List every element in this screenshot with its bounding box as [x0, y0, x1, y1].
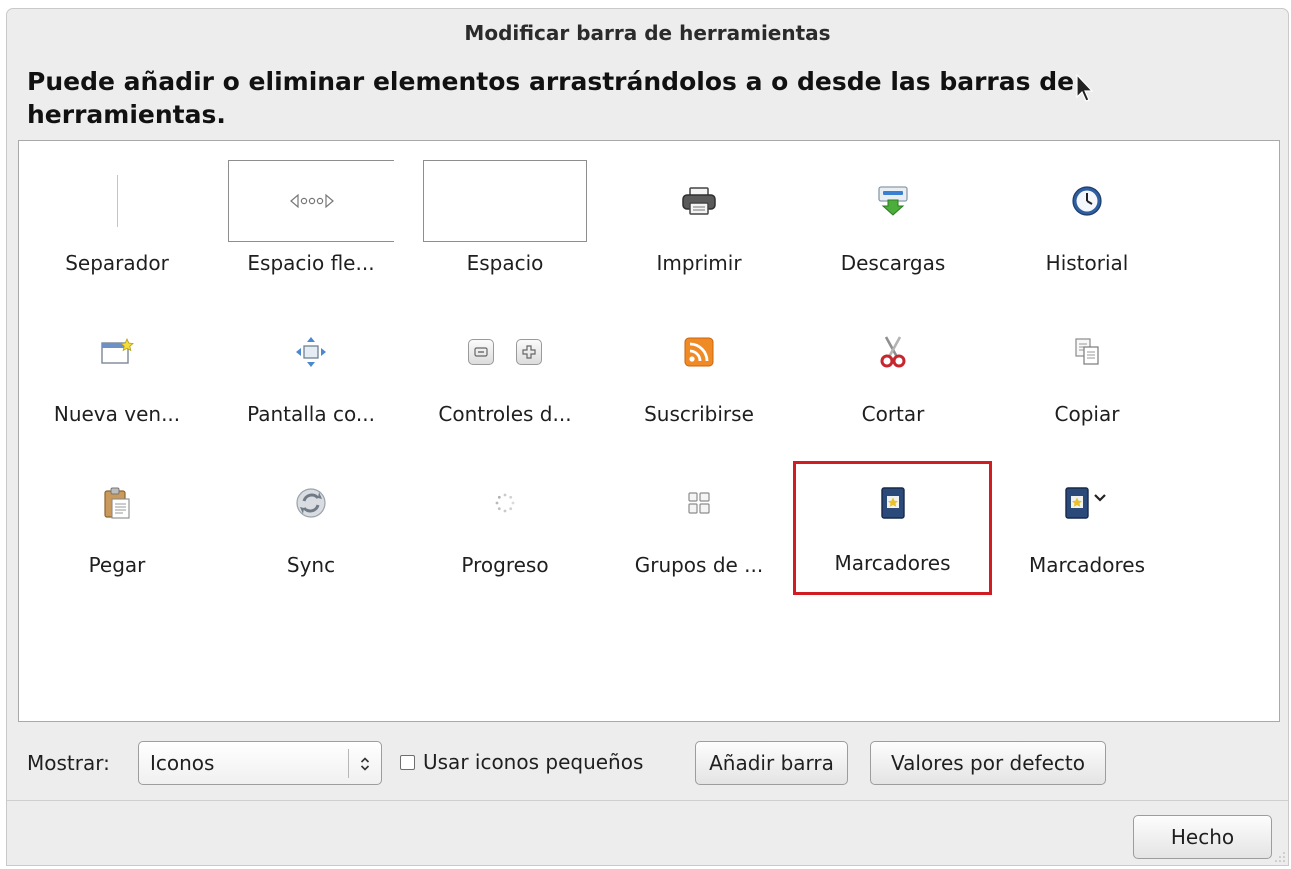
downloads-icon — [798, 151, 988, 251]
bookmarks-menu-icon — [992, 453, 1182, 553]
space-icon — [423, 160, 587, 242]
flexible-space-icon — [228, 160, 394, 242]
print-icon — [604, 151, 794, 251]
palette-item-label: Cortar — [861, 402, 925, 426]
resize-grip-icon[interactable] — [1274, 851, 1286, 863]
sync-icon — [216, 453, 406, 553]
show-mode-select[interactable]: Iconos — [138, 741, 382, 785]
palette-item-label: Suscribirse — [644, 402, 754, 426]
palette-item-separator[interactable]: Separador — [22, 151, 212, 281]
palette-item-label: Separador — [65, 251, 169, 275]
palette-item-label: Nueva ven... — [53, 402, 181, 426]
dialog-title: Modificar barra de herramientas — [464, 21, 831, 45]
show-label: Mostrar: — [27, 751, 110, 775]
bookmarks-icon — [796, 461, 989, 545]
zoom-in-icon — [516, 339, 542, 365]
fullscreen-icon — [216, 302, 406, 402]
palette-item-label: Pantalla co... — [247, 402, 375, 426]
palette-item-downloads[interactable]: Descargas — [798, 151, 988, 281]
progress-spinner-icon — [410, 453, 600, 553]
palette-item-bookmarks[interactable]: Marcadores — [793, 461, 992, 595]
palette-item-zoom-controls[interactable]: Controles d... — [410, 302, 600, 432]
palette-item-print[interactable]: Imprimir — [604, 151, 794, 281]
instructions-text: Puede añadir o eliminar elementos arrast… — [27, 67, 1075, 129]
show-mode-value: Iconos — [150, 751, 215, 775]
scissors-icon — [798, 302, 988, 402]
palette-item-label: Sync — [286, 553, 336, 577]
palette-item-label: Progreso — [461, 553, 549, 577]
palette-item-sync[interactable]: Sync — [216, 453, 406, 583]
tab-groups-icon — [604, 453, 794, 553]
palette-item-label: Grupos de ... — [634, 553, 764, 577]
palette-item-tab-groups[interactable]: Grupos de ... — [604, 453, 794, 583]
small-icons-option[interactable]: Usar iconos pequeños — [400, 750, 643, 774]
palette-item-label: Controles d... — [438, 402, 572, 426]
customize-toolbar-dialog: Modificar barra de herramientas Puede añ… — [6, 8, 1289, 866]
history-clock-icon — [992, 151, 1182, 251]
done-button[interactable]: Hecho — [1133, 815, 1272, 859]
palette-item-flexible-space[interactable]: Espacio fle... — [216, 151, 406, 281]
palette-item-label: Espacio — [466, 251, 544, 275]
palette-item-label: Imprimir — [656, 251, 742, 275]
palette-item-label: Pegar — [88, 553, 146, 577]
toolbar-options-row: Mostrar: Iconos Usar iconos pequeños Aña… — [7, 741, 1288, 787]
small-icons-checkbox[interactable] — [400, 754, 415, 770]
restore-defaults-button[interactable]: Valores por defecto — [870, 741, 1106, 785]
palette-item-history[interactable]: Historial — [992, 151, 1182, 281]
small-icons-label: Usar iconos pequeños — [423, 750, 644, 774]
palette-item-bookmarks-menu[interactable]: Marcadores — [992, 453, 1182, 583]
separator-icon — [22, 151, 212, 251]
palette-item-subscribe[interactable]: Suscribirse — [604, 302, 794, 432]
palette-item-label: Marcadores — [834, 551, 951, 575]
copy-icon — [992, 302, 1182, 402]
palette-item-progress[interactable]: Progreso — [410, 453, 600, 583]
mouse-pointer-icon — [1076, 73, 1094, 102]
palette-item-fullscreen[interactable]: Pantalla co... — [216, 302, 406, 432]
palette-item-label: Historial — [1045, 251, 1129, 275]
palette-item-copy[interactable]: Copiar — [992, 302, 1182, 432]
new-window-icon — [22, 302, 212, 402]
divider — [7, 800, 1288, 801]
updown-arrows-icon — [353, 750, 377, 778]
palette-item-label: Espacio fle... — [247, 251, 375, 275]
add-toolbar-button[interactable]: Añadir barra — [695, 741, 848, 785]
toolbar-items-palette: Separador Espacio fle... Espacio Imprimi… — [18, 140, 1280, 722]
clipboard-paste-icon — [22, 453, 212, 553]
palette-item-new-window[interactable]: Nueva ven... — [22, 302, 212, 432]
rss-feed-icon — [604, 302, 794, 402]
zoom-controls-icon — [410, 302, 600, 402]
palette-item-cut[interactable]: Cortar — [798, 302, 988, 432]
palette-item-label: Marcadores — [1029, 553, 1145, 577]
palette-item-label: Copiar — [1054, 402, 1120, 426]
palette-item-space[interactable]: Espacio — [410, 151, 600, 281]
palette-item-paste[interactable]: Pegar — [22, 453, 212, 583]
zoom-out-icon — [468, 339, 494, 365]
palette-item-label: Descargas — [840, 251, 946, 275]
